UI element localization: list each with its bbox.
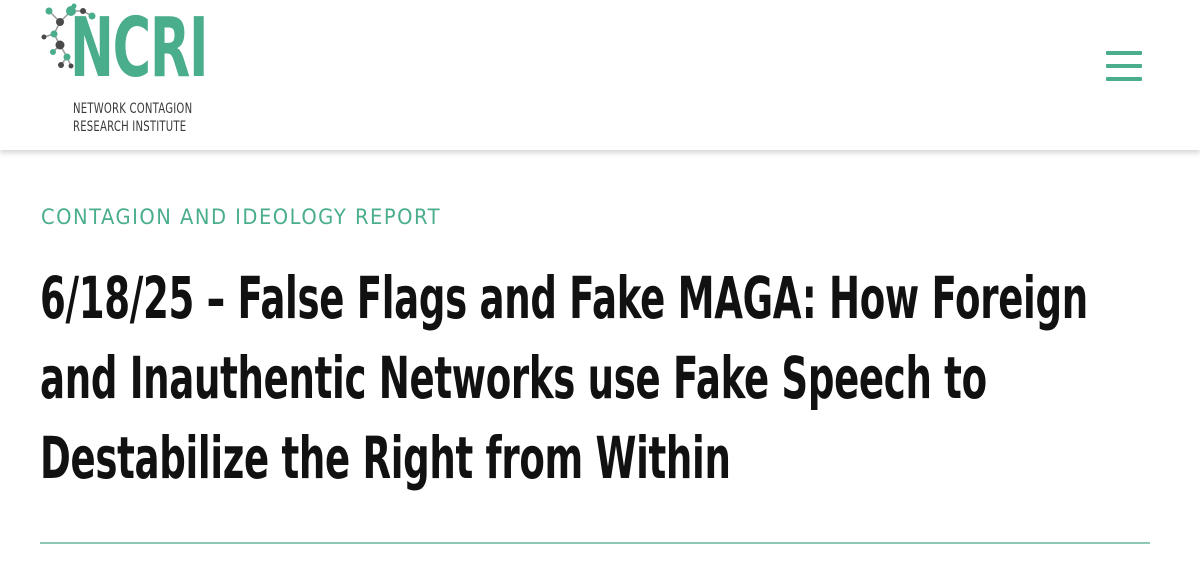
menu-bar-top <box>1106 51 1142 55</box>
page: NCRI NETWORK CONTAGION RESEARCH INSTITUT… <box>0 0 1200 580</box>
logo-tagline-line1: NETWORK CONTAGION <box>73 101 193 117</box>
ncri-logo-link[interactable]: NCRI NETWORK CONTAGION RESEARCH INSTITUT… <box>40 0 240 140</box>
menu-bar-middle <box>1106 64 1142 68</box>
hamburger-menu-icon[interactable] <box>1100 48 1148 88</box>
title-divider <box>40 542 1150 544</box>
article-title: 6/18/25 – False Flags and Fake MAGA: How… <box>40 264 1088 492</box>
menu-bar-bottom <box>1106 77 1142 81</box>
logo-tagline-line2: RESEARCH INSTITUTE <box>73 119 187 135</box>
report-category[interactable]: CONTAGION AND IDEOLOGY REPORT <box>41 204 441 230</box>
logo-wordmark: NCRI <box>70 1 209 96</box>
site-header: NCRI NETWORK CONTAGION RESEARCH INSTITUT… <box>0 0 1200 150</box>
